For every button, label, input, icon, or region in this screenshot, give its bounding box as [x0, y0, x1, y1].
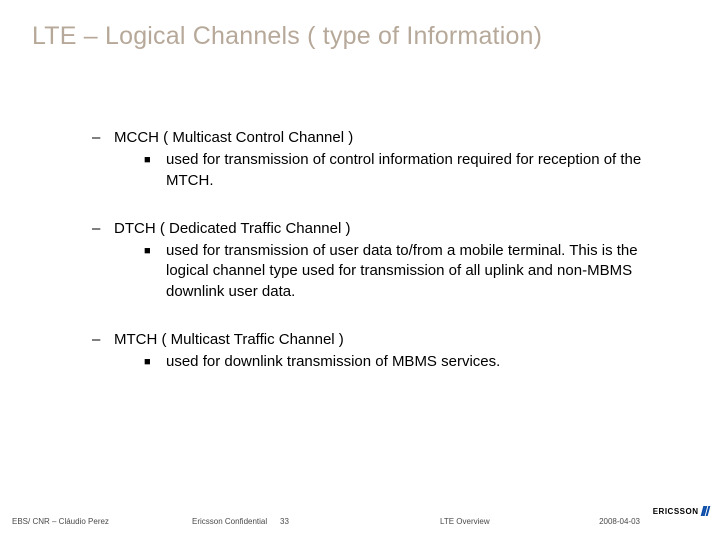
item-desc: used for transmission of user data to/fr…: [166, 241, 652, 302]
list-item: – MTCH ( Multicast Traffic Channel ) ■ u…: [92, 330, 652, 373]
logo-text: ERICSSON: [653, 507, 699, 516]
slide-title: LTE – Logical Channels ( type of Informa…: [32, 22, 542, 51]
square-bullet: ■: [144, 150, 166, 191]
footer-confidential: Ericsson Confidential: [192, 517, 267, 526]
dash-bullet: –: [92, 128, 114, 148]
footer: EBS/ CNR – Cláudio Perez Ericsson Confid…: [0, 508, 720, 526]
ericsson-logo: ERICSSON: [653, 506, 708, 516]
square-bullet: ■: [144, 352, 166, 372]
footer-author: EBS/ CNR – Cláudio Perez: [12, 517, 109, 526]
slide-body: – MCCH ( Multicast Control Channel ) ■ u…: [92, 128, 652, 400]
list-item: – MCCH ( Multicast Control Channel ) ■ u…: [92, 128, 652, 191]
dash-bullet: –: [92, 330, 114, 350]
item-desc: used for transmission of control informa…: [166, 150, 652, 191]
item-heading: MCCH ( Multicast Control Channel ): [114, 128, 353, 148]
item-desc: used for downlink transmission of MBMS s…: [166, 352, 500, 372]
item-heading: MTCH ( Multicast Traffic Channel ): [114, 330, 344, 350]
footer-page: 33: [280, 517, 289, 526]
logo-bars-icon: [702, 506, 709, 516]
footer-topic: LTE Overview: [440, 517, 490, 526]
dash-bullet: –: [92, 219, 114, 239]
list-item: – DTCH ( Dedicated Traffic Channel ) ■ u…: [92, 219, 652, 302]
item-heading: DTCH ( Dedicated Traffic Channel ): [114, 219, 350, 239]
square-bullet: ■: [144, 241, 166, 302]
footer-date: 2008-04-03: [599, 517, 640, 526]
